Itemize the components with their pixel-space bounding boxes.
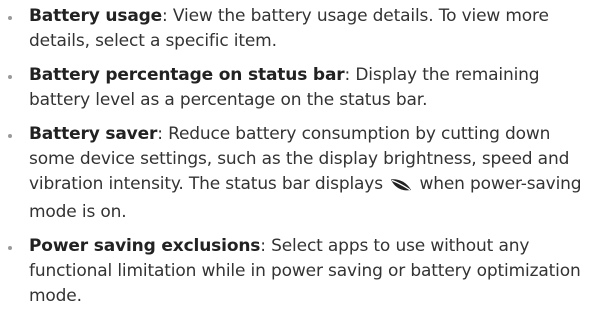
bullet [8, 16, 12, 20]
list-item-battery-percentage: Battery percentage on status bar: Displa… [8, 63, 592, 113]
term-battery-usage: Battery usage [29, 6, 163, 26]
bullet [8, 246, 12, 250]
document-page: Battery usage: View the battery usage de… [0, 0, 604, 328]
bullet [8, 134, 12, 138]
list-item-battery-saver: Battery saver: Reduce battery consumptio… [8, 122, 592, 225]
leaf-icon [390, 175, 412, 200]
separator: : [162, 6, 173, 26]
list-item-battery-usage: Battery usage: View the battery usage de… [8, 4, 592, 54]
term-battery-percentage: Battery percentage on status bar [29, 65, 345, 85]
term-battery-saver: Battery saver [29, 124, 158, 144]
separator: : [344, 65, 356, 85]
separator: : [260, 236, 272, 256]
bullet [8, 75, 12, 79]
separator: : [157, 124, 169, 144]
list-item-power-saving-exclusions: Power saving exclusions: Select apps to … [8, 234, 592, 309]
term-power-saving-exclusions: Power saving exclusions [29, 236, 261, 256]
